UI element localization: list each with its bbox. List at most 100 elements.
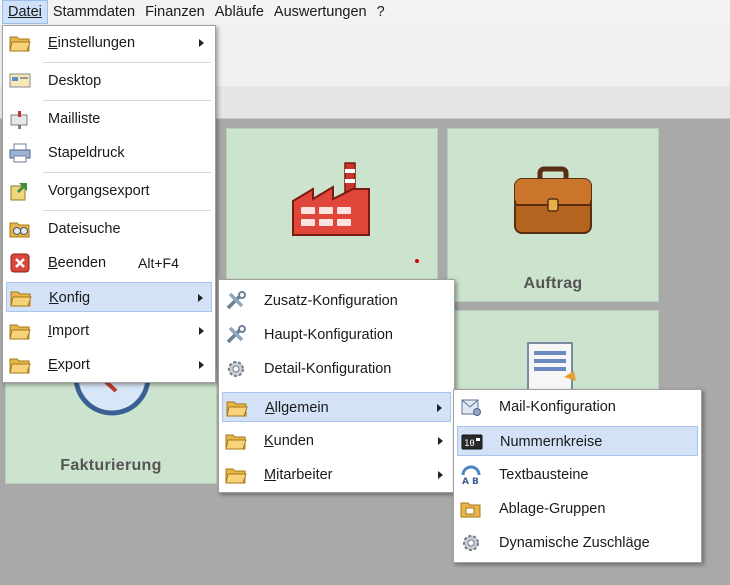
submenu-arrow-icon <box>438 437 443 445</box>
export-icon <box>10 183 27 201</box>
folder-group-icon <box>460 502 481 518</box>
menu-item-export[interactable]: Export <box>6 350 212 380</box>
menu-stammdaten[interactable]: Stammdaten <box>48 0 140 24</box>
menu-item-einstellungen[interactable]: Einstellungen <box>6 28 212 58</box>
menu-item-beenden-label: eenden <box>57 255 107 271</box>
menu-item-mailliste-label: Mailliste <box>48 111 101 127</box>
text-blocks-icon: AB <box>461 465 481 485</box>
menu-item-nummernkreise-label: Nummernkreise <box>500 434 603 450</box>
menu-separator <box>43 62 211 63</box>
mailbox-icon <box>10 111 28 129</box>
printer-icon <box>9 143 31 163</box>
factory-icon <box>292 162 370 236</box>
menu-item-beenden-shortcut: Alt+F4 <box>138 255 179 271</box>
desktop-icon <box>9 73 31 88</box>
tools-icon <box>226 291 246 310</box>
menu-item-textbausteine[interactable]: AB Textbausteine <box>457 460 698 490</box>
menu-item-kunden-mnemonic: K <box>264 433 274 449</box>
menu-item-mailliste[interactable]: Mailliste <box>6 104 212 134</box>
menu-item-mitarbeiter-label: itarbeiter <box>276 467 333 483</box>
menu-item-mail-konfiguration-label: Mail-Konfiguration <box>499 399 616 415</box>
menu-item-vorgangsexport-label: Vorgangsexport <box>48 183 150 199</box>
menu-item-einstellungen-mnemonic: E <box>48 35 58 51</box>
menu-item-desktop[interactable]: Desktop <box>6 66 212 96</box>
menu-item-mitarbeiter[interactable]: Mitarbeiter <box>222 460 451 490</box>
menu-datei[interactable]: Datei <box>2 0 48 24</box>
menu-item-zusatz-konfiguration[interactable]: Zusatz-Konfiguration <box>222 286 451 316</box>
menu-help[interactable]: ? <box>372 0 390 24</box>
menu-item-desktop-label: Desktop <box>48 73 102 89</box>
menu-datei-label: Datei <box>8 4 42 20</box>
menu-item-konfig-mnemonic: K <box>49 290 59 306</box>
menu-item-beenden-mnemonic: B <box>48 255 58 271</box>
tile-kunden[interactable] <box>226 128 438 302</box>
tile-auftrag[interactable]: Auftrag <box>447 128 659 302</box>
tile-dot <box>415 259 419 263</box>
menu-item-import-label: mport <box>52 323 90 339</box>
menu-item-dateisuche[interactable]: Dateisuche <box>6 214 212 244</box>
folder-open-icon <box>225 434 247 450</box>
menu-item-detail-konfiguration-label: Detail-Konfiguration <box>264 361 392 377</box>
menu-item-dynamische-zuschlaege[interactable]: Dynamische Zuschläge <box>457 528 698 558</box>
submenu-arrow-icon <box>199 361 204 369</box>
close-red-icon <box>10 253 30 273</box>
menu-item-nummernkreise[interactable]: 10 Nummernkreise <box>457 426 698 456</box>
number-counter-icon: 10 <box>461 434 483 450</box>
menu-ablaeufe[interactable]: Abläufe <box>210 0 269 24</box>
submenu-arrow-icon <box>199 327 204 335</box>
folder-open-icon <box>10 291 32 307</box>
svg-text:A: A <box>462 477 469 485</box>
menu-item-ablage-gruppen[interactable]: Ablage-Gruppen <box>457 494 698 524</box>
folder-open-icon <box>9 324 31 340</box>
menu-item-allgemein-mnemonic: A <box>265 400 275 416</box>
allgemein-submenu: Mail-Konfiguration 10 Nummernkreise AB T… <box>453 389 702 563</box>
submenu-arrow-icon <box>437 404 442 412</box>
menu-item-export-mnemonic: E <box>48 357 58 373</box>
mail-config-icon <box>461 399 481 416</box>
menu-item-kunden-label: unden <box>273 433 314 449</box>
tile-fakturierung[interactable]: Fakturierung <box>5 367 217 484</box>
menu-item-allgemein-label: llgemein <box>274 400 329 416</box>
menu-item-konfig[interactable]: Konfig <box>6 282 212 312</box>
menu-bar: Datei Stammdaten Finanzen Abläufe Auswer… <box>0 0 730 24</box>
menu-item-dateisuche-label: Dateisuche <box>48 221 121 237</box>
menu-item-beenden[interactable]: Beenden Alt+F4 <box>6 248 212 278</box>
tile-auftrag-label: Auftrag <box>523 275 583 292</box>
menu-item-ablage-gruppen-label: Ablage-Gruppen <box>499 501 606 517</box>
datei-menu: Einstellungen Desktop Mailliste Stapeldr… <box>2 25 216 383</box>
menu-item-import[interactable]: Import <box>6 316 212 346</box>
menu-item-allgemein[interactable]: Allgemein <box>222 392 451 422</box>
folder-open-icon <box>9 358 31 374</box>
menu-item-haupt-konfiguration-label: Haupt-Konfiguration <box>264 327 393 343</box>
menu-separator <box>43 210 211 211</box>
tile-dokumente[interactable] <box>447 310 659 392</box>
menu-item-stapeldruck-label: Stapeldruck <box>48 145 125 161</box>
menu-item-mitarbeiter-mnemonic: M <box>264 467 277 483</box>
menu-item-dynamische-zuschlaege-label: Dynamische Zuschläge <box>499 535 650 551</box>
svg-text:B: B <box>472 477 479 485</box>
menu-item-mail-konfiguration[interactable]: Mail-Konfiguration <box>457 392 698 422</box>
menu-separator <box>43 100 211 101</box>
menu-item-kunden[interactable]: Kunden <box>222 426 451 456</box>
folder-open-icon <box>225 468 247 484</box>
gear-icon <box>228 361 244 377</box>
menu-item-stapeldruck[interactable]: Stapeldruck <box>6 138 212 168</box>
menu-separator <box>43 172 211 173</box>
file-search-icon <box>9 222 30 238</box>
folder-open-icon <box>9 36 31 52</box>
menu-item-detail-konfiguration[interactable]: Detail-Konfiguration <box>222 354 451 384</box>
menu-auswertungen[interactable]: Auswertungen <box>269 0 372 24</box>
document-icon <box>527 342 576 391</box>
tile-fakturierung-label: Fakturierung <box>60 457 162 474</box>
gear-icon <box>463 535 479 551</box>
menu-item-einstellungen-label: instellungen <box>57 35 136 51</box>
submenu-arrow-icon <box>199 39 204 47</box>
menu-item-haupt-konfiguration[interactable]: Haupt-Konfiguration <box>222 320 451 350</box>
svg-text:10: 10 <box>464 439 475 449</box>
menu-item-textbausteine-label: Textbausteine <box>499 467 589 483</box>
menu-finanzen[interactable]: Finanzen <box>140 0 210 24</box>
menu-item-zusatz-konfiguration-label: Zusatz-Konfiguration <box>264 293 398 309</box>
submenu-arrow-icon <box>198 294 203 302</box>
menu-item-export-label: xport <box>57 357 90 373</box>
menu-item-vorgangsexport[interactable]: Vorgangsexport <box>6 176 212 206</box>
